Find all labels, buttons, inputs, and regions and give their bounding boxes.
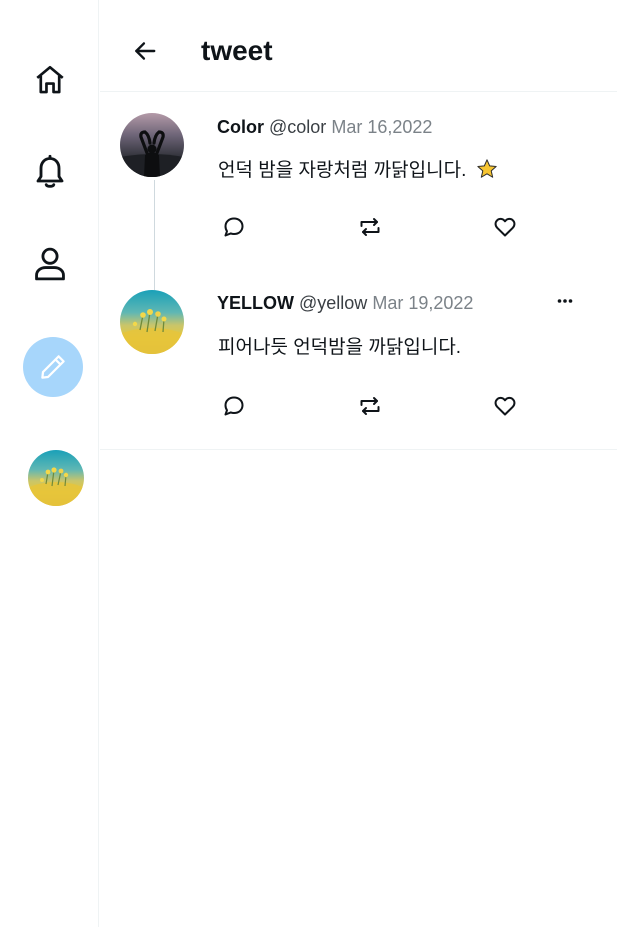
page-header: tweet bbox=[100, 0, 617, 92]
retweet-button[interactable] bbox=[356, 392, 384, 420]
star-emoji-icon bbox=[476, 159, 497, 178]
tweet-text: 언덕 밤을 자랑처럼 까닭입니다. bbox=[218, 160, 467, 181]
tweet-date[interactable]: Mar 19,2022 bbox=[372, 293, 473, 313]
page-title: tweet bbox=[201, 35, 273, 66]
main-column: tweet Color @color Mar 16,2022 언덕 밤을 자랑처… bbox=[100, 0, 617, 927]
retweet-button[interactable] bbox=[356, 213, 384, 241]
display-name[interactable]: Color bbox=[217, 117, 264, 137]
dusk-silhouette-photo bbox=[120, 113, 184, 177]
tweet-item[interactable]: Color @color Mar 16,2022 언덕 밤을 자랑처럼 까닭입니… bbox=[100, 92, 617, 272]
sidebar-item-profile[interactable] bbox=[26, 240, 74, 288]
avatar[interactable] bbox=[120, 290, 184, 354]
sidebar-item-home[interactable] bbox=[26, 56, 74, 104]
account-avatar[interactable] bbox=[28, 450, 84, 506]
yellow-flower-field-photo bbox=[120, 290, 184, 354]
home-icon bbox=[36, 65, 64, 94]
reply-button[interactable] bbox=[220, 392, 248, 420]
tweet-item[interactable]: YELLOW @yellow Mar 19,2022 피어나듯 언덕밤을 까닭입… bbox=[100, 272, 617, 450]
like-icon bbox=[494, 217, 516, 237]
retweet-icon bbox=[360, 397, 380, 415]
back-button[interactable] bbox=[128, 34, 162, 68]
avatar[interactable] bbox=[120, 113, 184, 177]
retweet-icon bbox=[360, 218, 380, 236]
yellow-flower-field-photo bbox=[28, 450, 84, 506]
sidebar-nav bbox=[0, 0, 99, 927]
reply-button[interactable] bbox=[220, 213, 248, 241]
more-dots-icon bbox=[557, 299, 573, 303]
more-options-button[interactable] bbox=[552, 291, 578, 311]
pencil-icon bbox=[41, 355, 65, 379]
tweet-meta: YELLOW @yellow Mar 19,2022 bbox=[217, 291, 473, 315]
display-name[interactable]: YELLOW bbox=[217, 293, 294, 313]
like-icon bbox=[494, 396, 516, 416]
sidebar-item-notifications[interactable] bbox=[26, 148, 74, 196]
user-handle[interactable]: @yellow bbox=[299, 293, 367, 313]
tweet-text-row: 언덕 밤을 자랑처럼 까닭입니다. bbox=[218, 158, 498, 184]
compose-tweet-button[interactable] bbox=[23, 337, 83, 397]
reply-icon bbox=[224, 396, 244, 416]
thread-divider bbox=[100, 449, 617, 450]
tweet-text: 피어나듯 언덕밤을 까닭입니다. bbox=[218, 337, 462, 358]
user-handle[interactable]: @color bbox=[269, 117, 326, 137]
tweet-meta: Color @color Mar 16,2022 bbox=[217, 115, 432, 139]
arrow-left-icon bbox=[135, 42, 156, 60]
tweet-text-row: 피어나듯 언덕밤을 까닭입니다. bbox=[218, 335, 461, 361]
like-button[interactable] bbox=[491, 213, 519, 241]
bell-icon bbox=[36, 154, 64, 188]
user-icon bbox=[35, 247, 65, 281]
tweet-date[interactable]: Mar 16,2022 bbox=[331, 117, 432, 137]
like-button[interactable] bbox=[491, 392, 519, 420]
reply-icon bbox=[224, 217, 244, 237]
